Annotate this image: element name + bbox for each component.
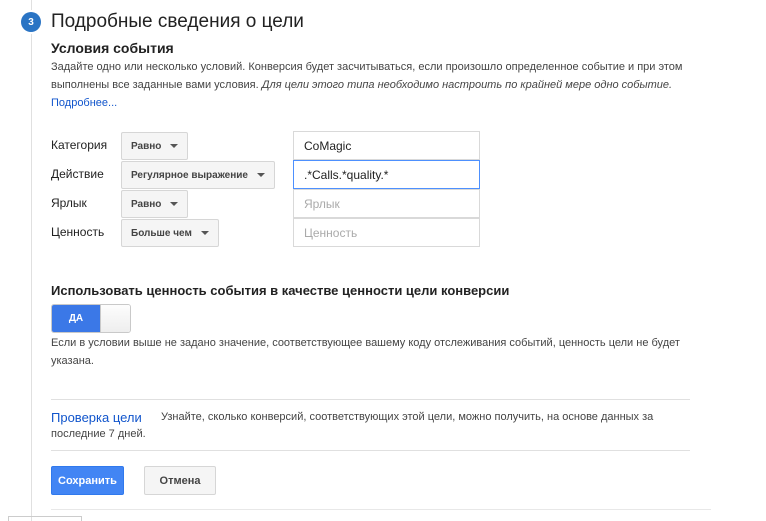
learn-more-link[interactable]: Подробнее... bbox=[51, 97, 117, 109]
use-event-value-toggle[interactable]: ДА bbox=[51, 304, 131, 333]
action-label: Действие bbox=[51, 167, 104, 181]
use-event-value-title: Использовать ценность события в качестве… bbox=[51, 283, 510, 298]
step-connector-line bbox=[31, 0, 32, 521]
save-button[interactable]: Сохранить bbox=[51, 466, 124, 495]
category-operator-value: Равно bbox=[131, 140, 162, 152]
step-title: Подробные сведения о цели bbox=[51, 11, 304, 32]
action-operator-value: Регулярное выражение bbox=[131, 169, 248, 181]
toggle-on-label: ДА bbox=[52, 305, 100, 332]
label-operator-dropdown[interactable]: Равно bbox=[121, 190, 189, 218]
value-label: Ценность bbox=[51, 225, 105, 239]
label-value-input[interactable] bbox=[293, 189, 480, 218]
partial-bottom-element bbox=[8, 516, 82, 521]
bottom-divider bbox=[51, 509, 711, 510]
category-operator-dropdown[interactable]: Равно bbox=[121, 132, 189, 160]
verify-goal-link[interactable]: Проверка цели bbox=[51, 410, 142, 425]
chevron-down-icon bbox=[170, 144, 179, 148]
event-conditions-description: Задайте одно или несколько условий. Конв… bbox=[51, 58, 691, 112]
chevron-down-icon bbox=[170, 202, 179, 206]
action-operator-dropdown[interactable]: Регулярное выражение bbox=[121, 161, 275, 189]
value-operator-value: Больше чем bbox=[131, 227, 192, 239]
section-divider-bottom bbox=[51, 450, 690, 451]
event-conditions-title: Условия события bbox=[51, 40, 174, 56]
label-operator-value: Равно bbox=[131, 198, 162, 210]
category-value-input[interactable] bbox=[293, 131, 480, 160]
description-italic-text: Для цели этого типа необходимо настроить… bbox=[261, 79, 673, 91]
category-label: Категория bbox=[51, 138, 108, 152]
toggle-knob bbox=[100, 305, 130, 332]
label-label: Ярлык bbox=[51, 196, 87, 210]
verify-goal-description-continued: последние 7 дней. bbox=[51, 428, 146, 440]
value-value-input[interactable] bbox=[293, 218, 480, 247]
section-divider-top bbox=[51, 399, 690, 400]
chevron-down-icon bbox=[257, 173, 265, 177]
use-event-value-note: Если в условии выше не задано значение, … bbox=[51, 337, 680, 367]
chevron-down-icon bbox=[200, 231, 209, 235]
action-value-input[interactable] bbox=[293, 160, 480, 189]
step-number-badge: 3 bbox=[21, 12, 41, 32]
cancel-button[interactable]: Отмена bbox=[144, 466, 216, 495]
value-operator-dropdown[interactable]: Больше чем bbox=[121, 219, 219, 247]
verify-goal-description: Узнайте, сколько конверсий, соответствую… bbox=[161, 411, 654, 423]
